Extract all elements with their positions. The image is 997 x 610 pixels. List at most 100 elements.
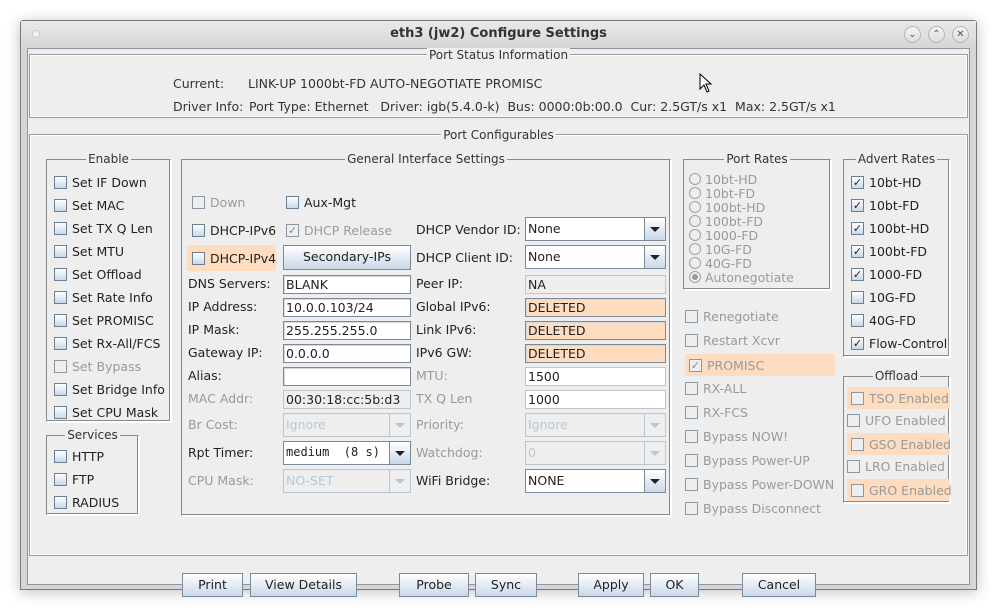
advert-flow-control-checkbox[interactable]: ✓ Flow-Control (851, 333, 947, 353)
global-ipv6-label: Global IPv6: (416, 299, 491, 314)
aux-mgt-checkbox[interactable]: Aux-Mgt (286, 192, 356, 212)
apply-button[interactable]: Apply (578, 573, 644, 597)
chevron-up-icon: ⌃ (932, 29, 941, 40)
dhcp-release-checkbox[interactable]: ✓ DHCP Release (286, 220, 392, 240)
port-rate-1000-fd-radio[interactable]: 1000-FD (689, 228, 758, 243)
offload-gro-enabled-checkbox[interactable]: GRO Enabled (847, 479, 952, 501)
driver-info-label: Driver Info: (173, 99, 244, 114)
br-cost-select[interactable]: Ignore (283, 413, 411, 437)
offload-lro-enabled-checkbox[interactable]: LRO Enabled (847, 456, 945, 476)
view-details-button[interactable]: View Details (250, 573, 357, 597)
port-flag-promisc-checkbox[interactable]: ✓ PROMISC (685, 354, 835, 376)
port-rate-10bt-fd-radio[interactable]: 10bt-FD (689, 186, 755, 201)
advert-10g-fd-checkbox[interactable]: 10G-FD (851, 287, 916, 307)
service-ftp-checkbox[interactable]: FTP (54, 469, 94, 489)
maximize-button[interactable]: ⌃ (928, 26, 945, 43)
advert-10bt-fd-checkbox[interactable]: ✓ 10bt-FD (851, 195, 919, 215)
port-rate-autonegotiate-radio[interactable]: Autonegotiate (689, 270, 794, 285)
title-bar[interactable]: eth3 (jw2) Configure Settings ⌄ ⌃ ✕ (21, 21, 976, 48)
tx-q-len-input[interactable]: 1000 (525, 390, 666, 409)
offload-tso-enabled-checkbox[interactable]: TSO Enabled (847, 387, 950, 409)
port-flag-rx-all-checkbox[interactable]: RX-ALL (685, 378, 746, 398)
port-rates-group: Port Rates 10bt-HD 10bt-FD 100bt-HD 100bt-F… (683, 152, 831, 290)
chevron-down-icon[interactable] (389, 442, 410, 464)
checkmark-icon: ✓ (851, 267, 864, 281)
port-flag-restart-xcvr-checkbox[interactable]: Restart Xcvr (685, 330, 780, 350)
ipv6-gw-input[interactable]: DELETED (525, 344, 666, 363)
port-flag-renegotiate-checkbox[interactable]: Renegotiate (685, 306, 779, 326)
enable-set-mac-checkbox[interactable]: Set MAC (54, 195, 124, 215)
advert-40g-fd-checkbox[interactable]: 40G-FD (851, 310, 916, 330)
close-button[interactable]: ✕ (952, 26, 969, 43)
enable-set-mtu-checkbox[interactable]: Set MTU (54, 241, 124, 261)
ip-address-input[interactable]: 10.0.0.103/24 (283, 298, 411, 317)
offload-ufo-enabled-checkbox[interactable]: UFO Enabled (847, 410, 946, 430)
service-http-checkbox[interactable]: HTTP (54, 446, 104, 466)
enable-set-rx-all-fcs-checkbox[interactable]: Set Rx-All/FCS (54, 333, 160, 353)
configure-settings-window: eth3 (jw2) Configure Settings ⌄ ⌃ ✕ Port… (20, 20, 977, 597)
port-flag-bypass-power-down-checkbox[interactable]: Bypass Power-DOWN (685, 474, 834, 494)
alias-input[interactable] (283, 367, 411, 386)
port-flag-bypass-now-checkbox[interactable]: Bypass NOW! (685, 426, 788, 446)
gateway-ip-input[interactable]: 0.0.0.0 (283, 344, 411, 363)
priority-select[interactable]: Ignore (525, 413, 666, 437)
dhcp-vendor-id-label: DHCP Vendor ID: (416, 222, 521, 237)
current-label: Current: (173, 76, 225, 91)
port-rate-10g-fd-radio[interactable]: 10G-FD (689, 242, 752, 257)
chevron-down-icon[interactable] (644, 470, 665, 492)
port-rate-100bt-hd-radio[interactable]: 100bt-HD (689, 200, 765, 215)
enable-set-offload-checkbox[interactable]: Set Offload (54, 264, 142, 284)
port-flag-bypass-power-up-checkbox[interactable]: Bypass Power-UP (685, 450, 810, 470)
enable-set-bypass-checkbox[interactable]: Set Bypass (54, 356, 141, 376)
current-value: LINK-UP 1000bt-FD AUTO-NEGOTIATE PROMISC (248, 76, 543, 91)
dhcp-ipv4-checkbox[interactable]: DHCP-IPv4 (187, 245, 276, 271)
dhcp-client-id-select[interactable]: None (525, 245, 666, 269)
dhcp-client-id-label: DHCP Client ID: (416, 250, 513, 265)
mtu-input[interactable]: 1500 (525, 367, 666, 386)
sync-button[interactable]: Sync (475, 573, 537, 597)
checkmark-icon: ✓ (851, 221, 864, 235)
secondary-ips-button[interactable]: Secondary-IPs (283, 245, 411, 270)
down-checkbox[interactable]: Down (192, 192, 245, 212)
chevron-down-icon[interactable] (644, 218, 665, 240)
port-flag-bypass-disconnect-checkbox[interactable]: Bypass Disconnect (685, 498, 821, 518)
enable-set-bridge-info-checkbox[interactable]: Set Bridge Info (54, 379, 165, 399)
enable-set-promisc-checkbox[interactable]: Set PROMISC (54, 310, 154, 330)
cpu-mask-select[interactable]: NO-SET (283, 469, 411, 493)
global-ipv6-input[interactable]: DELETED (525, 298, 666, 317)
watchdog-select[interactable]: 0 (525, 441, 666, 465)
port-rate-10bt-hd-radio[interactable]: 10bt-HD (689, 172, 757, 187)
enable-set-rate-info-checkbox[interactable]: Set Rate Info (54, 287, 153, 307)
ip-mask-input[interactable]: 255.255.255.0 (283, 321, 411, 340)
cancel-button[interactable]: Cancel (742, 573, 816, 597)
rpt-timer-select[interactable]: medium (8 s) (283, 441, 411, 465)
port-flag-rx-fcs-checkbox[interactable]: RX-FCS (685, 402, 748, 422)
chevron-down-icon (389, 470, 410, 492)
mac-addr-label: MAC Addr: (188, 391, 254, 406)
advert-100bt-hd-checkbox[interactable]: ✓ 100bt-HD (851, 218, 929, 238)
enable-set-cpu-mask-checkbox[interactable]: Set CPU Mask (54, 402, 158, 422)
offload-gso-enabled-checkbox[interactable]: GSO Enabled (847, 433, 951, 455)
chevron-down-icon[interactable] (644, 246, 665, 268)
advert-10bt-hd-checkbox[interactable]: ✓ 10bt-HD (851, 172, 921, 192)
minimize-button[interactable]: ⌄ (904, 26, 921, 43)
dns-servers-input[interactable]: BLANK (283, 275, 411, 294)
ok-button[interactable]: OK (650, 573, 699, 597)
port-rate-40g-fd-radio[interactable]: 40G-FD (689, 256, 752, 271)
advert-100bt-fd-checkbox[interactable]: ✓ 100bt-FD (851, 241, 927, 261)
enable-set-if-down-checkbox[interactable]: Set IF Down (54, 172, 147, 192)
enable-set-tx-q-len-checkbox[interactable]: Set TX Q Len (54, 218, 153, 238)
probe-button[interactable]: Probe (399, 573, 469, 597)
service-radius-checkbox[interactable]: RADIUS (54, 492, 119, 512)
checkmark-icon: ✓ (286, 223, 299, 237)
chevron-down-icon (644, 442, 665, 464)
port-rate-100bt-fd-radio[interactable]: 100bt-FD (689, 214, 763, 229)
print-button[interactable]: Print (182, 573, 243, 597)
advert-1000-fd-checkbox[interactable]: ✓ 1000-FD (851, 264, 922, 284)
checkmark-icon: ✓ (851, 198, 864, 212)
port-rates-legend: Port Rates (724, 152, 790, 166)
link-ipv6-input[interactable]: DELETED (525, 321, 666, 340)
wifi-bridge-select[interactable]: NONE (525, 469, 666, 493)
dhcp-ipv6-checkbox[interactable]: DHCP-IPv6 (192, 220, 276, 240)
dhcp-vendor-id-select[interactable]: None (525, 217, 666, 241)
